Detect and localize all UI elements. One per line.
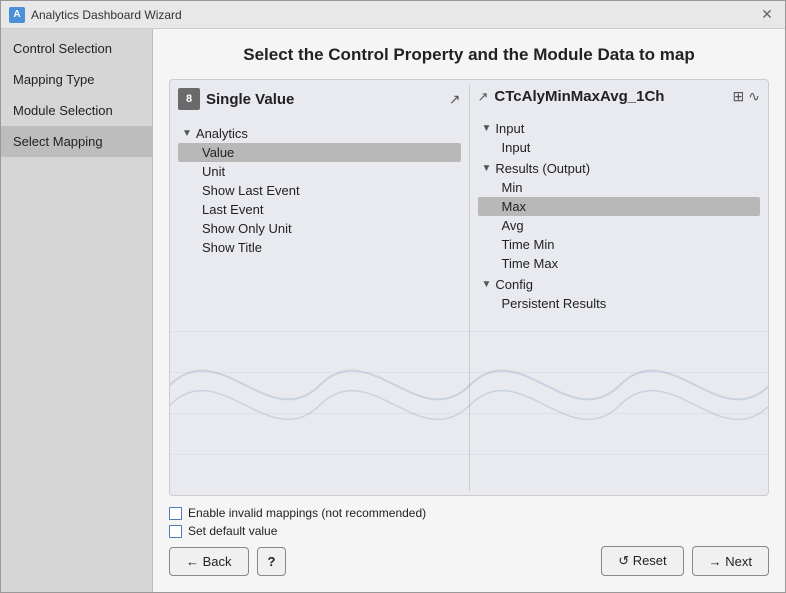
left-tree-item-show-only-unit[interactable]: Show Only Unit xyxy=(178,219,461,238)
analytics-group-header[interactable]: ▼ Analytics xyxy=(178,124,461,143)
results-label: Results (Output) xyxy=(495,161,590,176)
right-tree-item-input[interactable]: Input xyxy=(478,138,761,157)
left-panel: 8 Single Value ↗ ▼ Analytics Value xyxy=(170,80,469,495)
reset-button[interactable]: ↺ Reset xyxy=(601,546,683,576)
config-arrow: ▼ xyxy=(482,279,492,290)
mapping-area: 8 Single Value ↗ ▼ Analytics Value xyxy=(169,79,769,496)
enable-invalid-checkbox[interactable] xyxy=(169,507,182,520)
titlebar-left: A Analytics Dashboard Wizard xyxy=(9,7,182,23)
left-tree-item-show-title[interactable]: Show Title xyxy=(178,238,461,257)
footer-left-buttons: ← Back ? xyxy=(169,547,286,576)
config-group: ▼ Config Persistent Results xyxy=(478,275,761,313)
left-panel-header: 8 Single Value ↗ xyxy=(178,88,461,114)
main-content: Select the Control Property and the Modu… xyxy=(153,29,785,592)
bottom-bar: Enable invalid mappings (not recommended… xyxy=(169,506,769,538)
results-group-header[interactable]: ▼ Results (Output) xyxy=(478,159,761,178)
titlebar: A Analytics Dashboard Wizard ✕ xyxy=(1,1,785,29)
content-area: Control Selection Mapping Type Module Se… xyxy=(1,29,785,592)
right-link-icon[interactable]: ↗ xyxy=(478,89,489,105)
right-panel-icons: ⊞ ∿ xyxy=(733,88,760,105)
right-tree-item-time-max[interactable]: Time Max xyxy=(478,254,761,273)
input-label: Input xyxy=(495,121,524,136)
sidebar: Control Selection Mapping Type Module Se… xyxy=(1,29,153,592)
right-wave-icon[interactable]: ∿ xyxy=(748,88,760,105)
next-button[interactable]: → Next xyxy=(692,546,769,576)
checkbox-row-1: Enable invalid mappings (not recommended… xyxy=(169,506,769,520)
right-tree-item-time-min[interactable]: Time Min xyxy=(478,235,761,254)
left-tree-item-show-last-event[interactable]: Show Last Event xyxy=(178,181,461,200)
left-panel-title: Single Value xyxy=(206,91,294,108)
sidebar-item-mapping-type[interactable]: Mapping Type xyxy=(1,64,152,95)
footer-buttons: ← Back ? ↺ Reset → Next xyxy=(169,546,769,576)
left-tree: ▼ Analytics Value Unit Show Last Event L… xyxy=(178,122,461,487)
left-panel-icons: ↗ xyxy=(449,91,461,108)
config-label: Config xyxy=(495,277,533,292)
main-window: A Analytics Dashboard Wizard ✕ Control S… xyxy=(0,0,786,593)
results-arrow: ▼ xyxy=(482,163,492,174)
right-manage-icon[interactable]: ⊞ xyxy=(733,88,745,105)
right-tree-item-persistent[interactable]: Persistent Results xyxy=(478,294,761,313)
right-panel-header: ↗ CTcAlyMinMaxAvg_1Ch ⊞ ∿ xyxy=(478,88,761,109)
checkbox-row-2: Set default value xyxy=(169,524,769,538)
help-button[interactable]: ? xyxy=(257,547,287,576)
right-tree: ▼ Input Input ▼ Results (Output) Min xyxy=(478,117,761,487)
left-tree-item-value[interactable]: Value xyxy=(178,143,461,162)
input-arrow: ▼ xyxy=(482,123,492,134)
input-group: ▼ Input Input xyxy=(478,119,761,157)
results-group: ▼ Results (Output) Min Max Avg Time Min … xyxy=(478,159,761,273)
right-panel: ↗ CTcAlyMinMaxAvg_1Ch ⊞ ∿ ▼ Input xyxy=(470,80,769,495)
close-button[interactable]: ✕ xyxy=(757,5,777,25)
sidebar-item-control-selection[interactable]: Control Selection xyxy=(1,33,152,64)
right-tree-item-avg[interactable]: Avg xyxy=(478,216,761,235)
config-group-header[interactable]: ▼ Config xyxy=(478,275,761,294)
set-default-label: Set default value xyxy=(188,524,277,538)
left-link-icon[interactable]: ↗ xyxy=(449,91,461,108)
left-panel-icon: 8 xyxy=(178,88,200,110)
analytics-arrow: ▼ xyxy=(182,128,192,139)
analytics-label: Analytics xyxy=(196,126,248,141)
sidebar-item-select-mapping[interactable]: Select Mapping xyxy=(1,126,152,157)
right-panel-title: CTcAlyMinMaxAvg_1Ch xyxy=(494,88,664,105)
left-tree-item-last-event[interactable]: Last Event xyxy=(178,200,461,219)
right-tree-item-max[interactable]: Max xyxy=(478,197,761,216)
enable-invalid-label: Enable invalid mappings (not recommended… xyxy=(188,506,426,520)
back-button[interactable]: ← Back xyxy=(169,547,249,576)
page-title: Select the Control Property and the Modu… xyxy=(169,45,769,65)
input-group-header[interactable]: ▼ Input xyxy=(478,119,761,138)
right-tree-item-min[interactable]: Min xyxy=(478,178,761,197)
sidebar-item-module-selection[interactable]: Module Selection xyxy=(1,95,152,126)
analytics-group: ▼ Analytics Value Unit Show Last Event L… xyxy=(178,124,461,257)
footer-right-buttons: ↺ Reset → Next xyxy=(601,546,769,576)
window-title: Analytics Dashboard Wizard xyxy=(31,8,182,22)
set-default-checkbox[interactable] xyxy=(169,525,182,538)
left-tree-item-unit[interactable]: Unit xyxy=(178,162,461,181)
app-icon: A xyxy=(9,7,25,23)
